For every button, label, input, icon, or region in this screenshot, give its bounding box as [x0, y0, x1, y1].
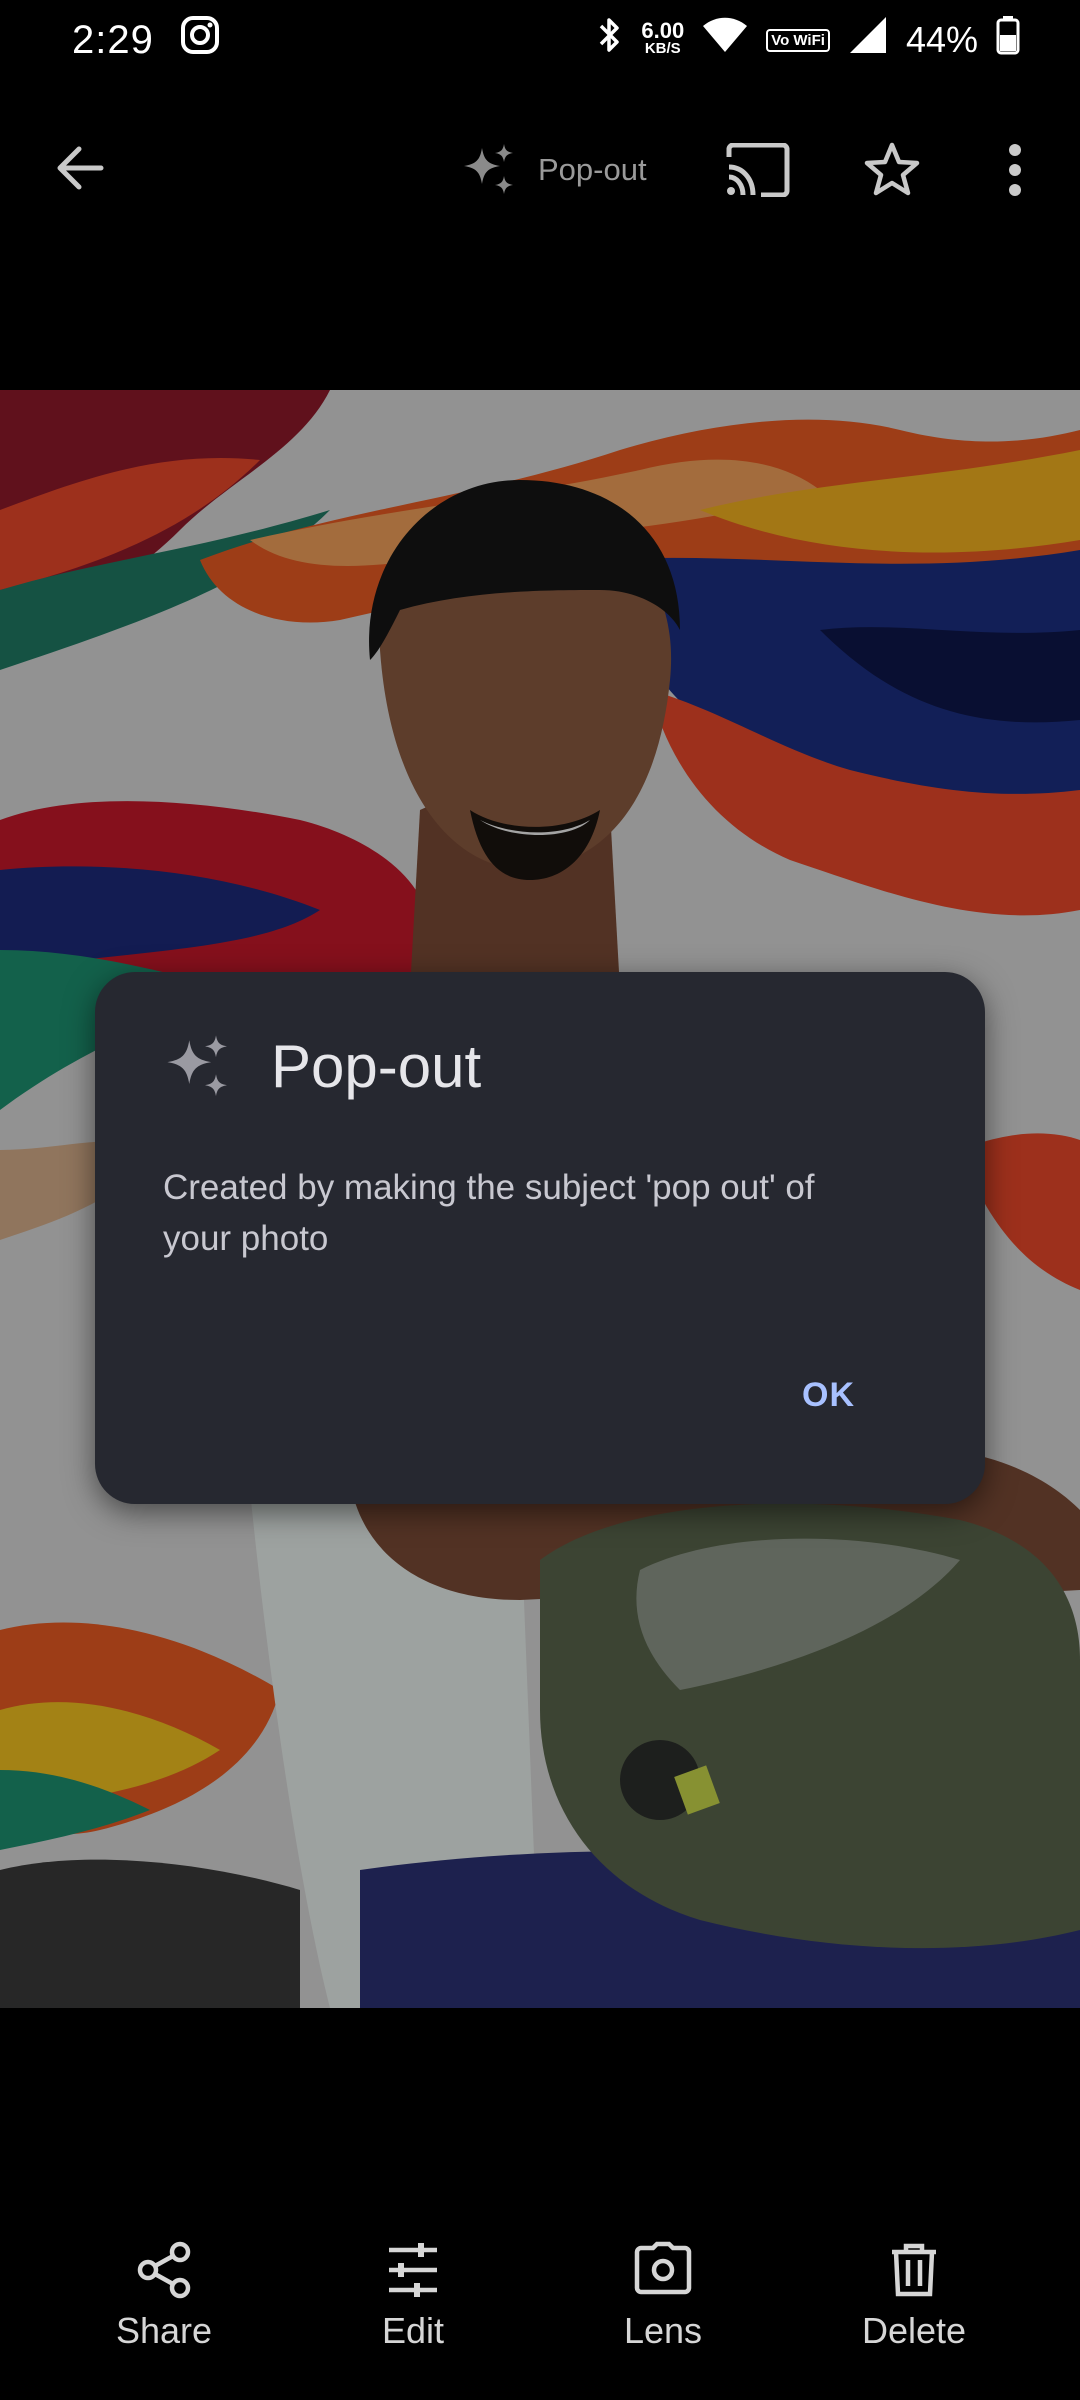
- dialog-body: Created by making the subject 'pop out' …: [163, 1168, 815, 1258]
- tune-icon: [389, 2243, 437, 2297]
- favorite-button[interactable]: [852, 130, 932, 210]
- more-vert-icon: [1009, 144, 1021, 196]
- sparkle-icon: [464, 144, 513, 194]
- cast-button[interactable]: [715, 130, 801, 210]
- edit-label: Edit: [381, 2310, 445, 2351]
- star-icon: [864, 142, 920, 196]
- ok-button[interactable]: OK: [802, 1376, 855, 1415]
- battery-percent: 44%: [905, 19, 978, 60]
- share-label: Share: [115, 2310, 213, 2351]
- vowifi-icon: Vo WiFi: [766, 28, 830, 52]
- status-time: 2:29: [72, 17, 154, 62]
- bluetooth-icon: [597, 15, 623, 65]
- battery-icon: [996, 15, 1020, 65]
- popout-chip[interactable]: Pop-out: [462, 140, 647, 200]
- cast-icon: [726, 143, 790, 197]
- lens-button[interactable]: Lens: [563, 2240, 763, 2352]
- delete-button[interactable]: Delete: [814, 2240, 1014, 2352]
- wifi-icon: [702, 16, 748, 64]
- network-speed-value: 6.00: [641, 18, 685, 43]
- dialog-title: Pop-out: [271, 1033, 482, 1100]
- back-arrow-icon: [57, 146, 104, 190]
- bottom-action-bar: Share Edit Lens Delete: [0, 2240, 1080, 2380]
- lens-label: Lens: [623, 2310, 703, 2351]
- signal-icon: [848, 15, 888, 65]
- dialog-header: Pop-out: [165, 1032, 481, 1101]
- lens-icon: [634, 2241, 692, 2295]
- more-options-button[interactable]: [985, 130, 1045, 210]
- delete-label: Delete: [861, 2310, 967, 2351]
- popout-info-dialog: Pop-out Created by making the subject 'p…: [95, 972, 985, 1504]
- network-speed: 6.00 KB/S: [641, 18, 685, 58]
- trash-icon: [892, 2243, 936, 2297]
- top-app-bar: Pop-out: [0, 110, 1080, 230]
- back-button[interactable]: [40, 128, 120, 208]
- status-bar: 2:29 6.00 KB/S Vo WiFi 44%: [0, 0, 1080, 80]
- edit-button[interactable]: Edit: [313, 2240, 513, 2352]
- photo-viewer-screen: 2:29 6.00 KB/S Vo WiFi 44% Pop-out Pop-o…: [0, 0, 1080, 2400]
- sparkle-icon: [167, 1034, 227, 1096]
- instagram-icon: [180, 15, 220, 65]
- network-speed-unit: KB/S: [644, 40, 681, 57]
- share-button[interactable]: Share: [64, 2240, 264, 2352]
- share-icon: [137, 2241, 191, 2299]
- popout-chip-label: Pop-out: [538, 152, 647, 187]
